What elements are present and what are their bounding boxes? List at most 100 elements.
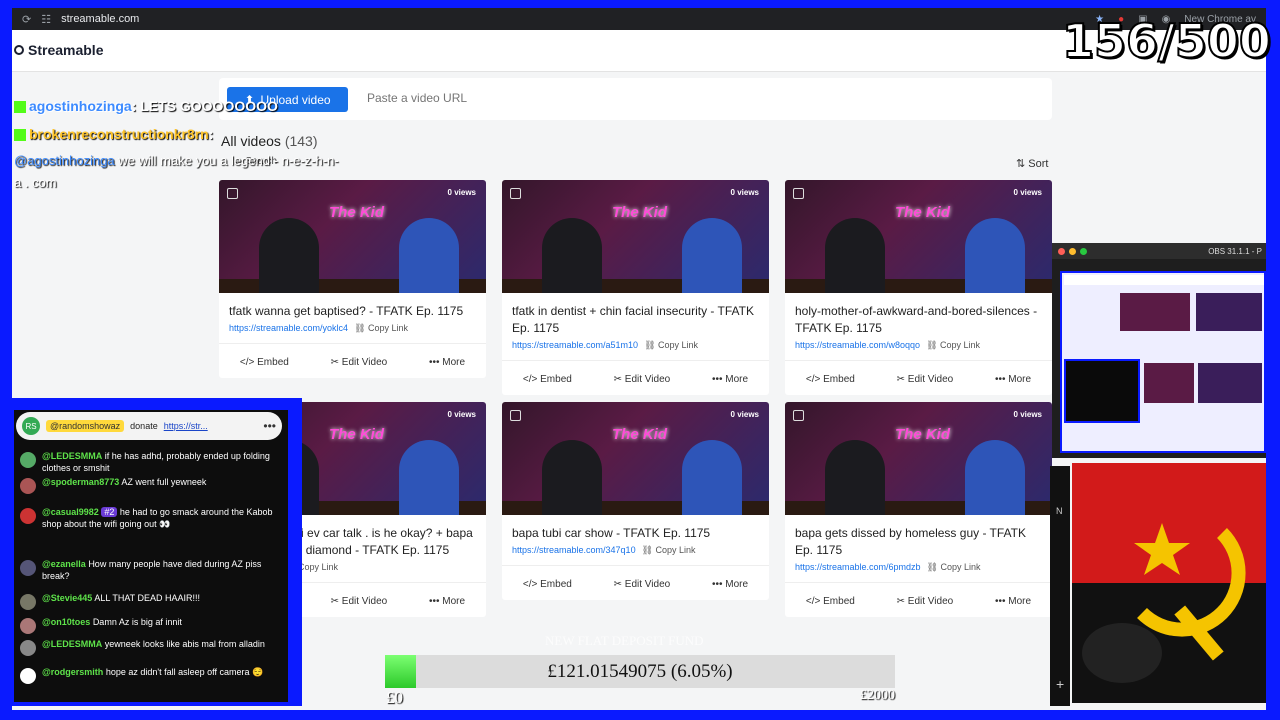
sort-label: Sort (1028, 158, 1049, 170)
copy-link-label: Copy Link (655, 545, 696, 555)
video-link[interactable]: https://streamable.com/yoklc4 (229, 323, 348, 334)
more-button[interactable]: ••• More (429, 596, 465, 607)
fund-progress-bar: £121.01549075 (6.05%) (385, 655, 895, 688)
thumbnail-person (682, 218, 742, 293)
video-card[interactable]: 0 views The Kid holy-mother-of-awkward-and… (785, 180, 1052, 395)
chat-user[interactable]: @LEDESMMA (42, 639, 102, 649)
thumbnail-person (825, 440, 885, 515)
video-link[interactable]: https://streamable.com/a51m10 (512, 340, 638, 351)
video-title[interactable]: tfatk in dentist + chin facial insecurit… (502, 293, 769, 337)
more-button[interactable]: ••• More (995, 374, 1031, 385)
logo-text: Streamable (28, 42, 104, 58)
chat-user[interactable]: @LEDESMMA (42, 451, 102, 461)
maximize-icon[interactable] (1080, 247, 1087, 255)
add-icon[interactable]: + (1056, 676, 1064, 692)
edit-video-button[interactable]: ✂ Edit Video (614, 374, 671, 385)
pinned-message[interactable]: RS @randomshowaz donate https://str... •… (16, 412, 282, 440)
thumbnail-logo: The Kid (329, 426, 384, 443)
embed-button[interactable]: </> Embed (806, 374, 855, 385)
chat-user[interactable]: @casual9982 (42, 507, 99, 517)
edit-video-button[interactable]: ✂ Edit Video (897, 596, 954, 607)
chat-panel[interactable]: RS @randomshowaz donate https://str... •… (14, 410, 288, 702)
chat-user[interactable]: @spoderman8773 (42, 477, 119, 487)
chat-user[interactable]: @ezanella (42, 559, 86, 569)
reload-icon[interactable]: ⟳ (22, 13, 31, 26)
more-button[interactable]: ••• More (995, 596, 1031, 607)
select-checkbox[interactable] (793, 188, 804, 199)
video-link[interactable]: https://streamable.com/w8oqqo (795, 340, 920, 351)
fund-amount: £121.01549075 (6.05%) (547, 661, 733, 682)
edit-label: Edit Video (907, 374, 954, 385)
obs-title: OBS 31.1.1 - P (1208, 246, 1262, 256)
select-checkbox[interactable] (510, 410, 521, 421)
embed-label: Embed (540, 579, 572, 590)
address-bar[interactable]: streamable.com (61, 13, 139, 25)
video-thumbnail[interactable]: 0 views The Kid (502, 180, 769, 293)
view-count: 0 views (447, 188, 476, 197)
video-card[interactable]: 0 views The Kid bapa tubi car show - TFATK… (502, 402, 769, 600)
select-checkbox[interactable] (793, 410, 804, 421)
video-title[interactable]: holy-mother-of-awkward-and-bored-silence… (785, 293, 1052, 337)
minimize-icon[interactable] (1069, 247, 1076, 255)
preview-thumb (1198, 363, 1262, 403)
thumbnail-person (542, 218, 602, 293)
chat-message: @LEDESMMA yewneek looks like abis mal fr… (20, 638, 282, 656)
video-link[interactable]: https://streamable.com/6pmdzb (795, 562, 921, 573)
chat-user[interactable]: @on10toes (42, 617, 90, 627)
more-label: More (442, 596, 466, 607)
video-thumbnail[interactable]: 0 views The Kid (219, 180, 486, 293)
streamable-logo[interactable]: Streamable (14, 42, 103, 58)
view-count: 0 views (1013, 410, 1042, 419)
embed-button[interactable]: </> Embed (523, 579, 572, 590)
thumbnail-person (259, 218, 319, 293)
thumbnail-person (965, 218, 1025, 293)
sort-icon: ⇅ (1016, 158, 1026, 170)
copy-link-button[interactable]: ⛓ Copy Link (354, 323, 408, 334)
edit-video-button[interactable]: ✂ Edit Video (614, 579, 671, 590)
overlay-user: brokenreconstructionkr8rn (29, 126, 209, 142)
site-settings-icon[interactable]: ☷ (41, 13, 51, 26)
chat-user[interactable]: @Stevie445 (42, 593, 92, 603)
video-title[interactable]: bapa tubi car show - TFATK Ep. 1175 (502, 515, 769, 542)
edit-video-button[interactable]: ✂ Edit Video (331, 357, 388, 368)
video-thumbnail[interactable]: 0 views The Kid (502, 402, 769, 515)
goal-counter: 156/500 (1061, 13, 1272, 69)
video-link[interactable]: https://streamable.com/347q10 (512, 545, 636, 556)
video-thumbnail[interactable]: 0 views The Kid (785, 402, 1052, 515)
embed-button[interactable]: </> Embed (523, 374, 572, 385)
kick-icon (14, 101, 26, 114)
more-icon[interactable]: ••• (263, 419, 276, 433)
video-title[interactable]: bapa gets dissed by homeless guy - TFATK… (785, 515, 1052, 559)
chat-message: @rodgersmith hope az didn't fall asleep … (20, 666, 282, 684)
video-title[interactable]: tfatk wanna get baptised? - TFATK Ep. 11… (219, 293, 486, 320)
copy-link-button[interactable]: ⛓ Copy Link (926, 340, 980, 351)
angola-flag-image (1072, 463, 1266, 703)
copy-link-button[interactable]: ⛓ Copy Link (927, 562, 981, 573)
copy-link-button[interactable]: ⛓ Copy Link (644, 340, 698, 351)
copy-link-label: Copy Link (368, 323, 409, 333)
copy-link-button[interactable]: ⛓ Copy Link (642, 545, 696, 556)
chat-user[interactable]: @rodgersmith (42, 667, 103, 677)
video-thumbnail[interactable]: 0 views The Kid (785, 180, 1052, 293)
close-icon[interactable] (1058, 247, 1065, 255)
more-button[interactable]: ••• More (712, 579, 748, 590)
select-checkbox[interactable] (510, 188, 521, 199)
video-card[interactable]: 0 views The Kid tfatk wanna get baptised? … (219, 180, 486, 378)
video-count: (143) (284, 133, 318, 149)
edit-video-button[interactable]: ✂ Edit Video (331, 596, 388, 607)
edit-video-button[interactable]: ✂ Edit Video (897, 374, 954, 385)
chat-message: @casual9982 #2 he had to go smack around… (20, 506, 282, 530)
sort-button[interactable]: ⇅ Sort (1016, 157, 1048, 170)
paste-url-input[interactable] (367, 91, 967, 105)
embed-button[interactable]: </> Embed (240, 357, 289, 368)
embed-label: Embed (540, 374, 572, 385)
edit-label: Edit Video (341, 357, 388, 368)
video-card[interactable]: 0 views The Kid tfatk in dentist + chin fa… (502, 180, 769, 395)
fund-min: £0 (386, 688, 403, 707)
view-count: 0 views (730, 410, 759, 419)
video-card[interactable]: 0 views The Kid bapa gets dissed by homele… (785, 402, 1052, 617)
pinned-link[interactable]: https://str... (164, 421, 208, 431)
more-button[interactable]: ••• More (429, 357, 465, 368)
embed-button[interactable]: </> Embed (806, 596, 855, 607)
more-button[interactable]: ••• More (712, 374, 748, 385)
